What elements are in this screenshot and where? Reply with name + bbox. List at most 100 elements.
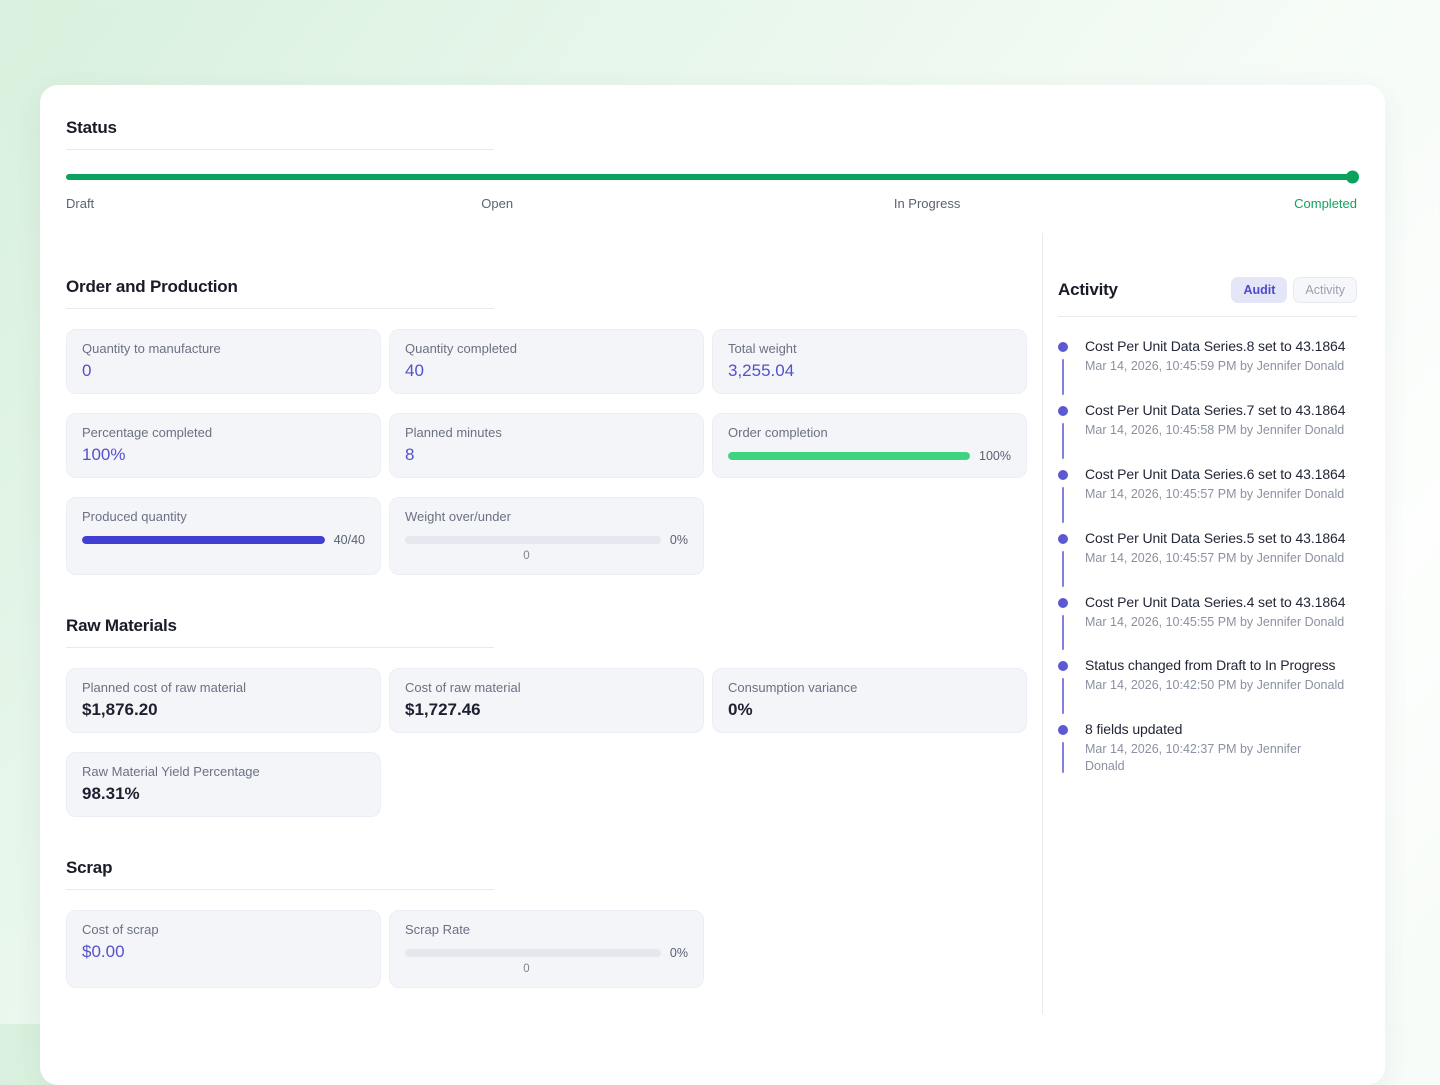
activity-log-entry: Cost Per Unit Data Series.4 set to 43.18… — [1058, 593, 1357, 651]
metric-label: Raw Material Yield Percentage — [82, 764, 260, 779]
scrap-rate-progress-track — [405, 949, 661, 957]
metric-card-scrap-rate: Scrap Rate 0% 0 — [389, 910, 704, 988]
status-section: Status Draft Open In Progress Completed — [66, 118, 1359, 213]
metric-label: Order completion — [728, 425, 828, 440]
metric-card-total-weight: Total weight 3,255.04 — [712, 329, 1027, 394]
activity-entry-timestamp: Mar 14, 2026, 10:45:57 PM by Jennifer Do… — [1085, 486, 1345, 501]
activity-panel: Activity Audit Activity Cost Per Unit Da… — [1043, 233, 1357, 1014]
metric-value: $1,876.20 — [82, 700, 158, 719]
metric-label: Weight over/under — [405, 509, 511, 524]
metric-label: Quantity completed — [405, 341, 518, 356]
activity-log-entry: Cost Per Unit Data Series.5 set to 43.18… — [1058, 529, 1357, 587]
activity-entry-timestamp: Mar 14, 2026, 10:45:57 PM by Jennifer Do… — [1085, 550, 1345, 565]
tab-activity[interactable]: Activity — [1293, 277, 1357, 303]
tab-audit[interactable]: Audit — [1231, 277, 1288, 303]
timeline-dot-icon — [1058, 342, 1068, 352]
status-section-title: Status — [66, 118, 117, 137]
progress-percent-label: 0% — [669, 946, 688, 960]
timeline-dot-icon — [1058, 533, 1068, 544]
metric-value: 40 — [405, 361, 424, 380]
metric-card-quantity-to-manufacture: Quantity to manufacture 0 — [66, 329, 381, 394]
metric-value: $1,727.46 — [405, 700, 481, 719]
activity-tabs: Audit Activity — [1231, 277, 1357, 303]
metric-value: 98.31% — [82, 784, 140, 803]
timeline-dot-icon — [1058, 725, 1068, 736]
raw-materials-section: Raw Materials Planned cost of raw materi… — [66, 616, 1027, 817]
activity-entry-title: Cost Per Unit Data Series.4 set to 43.18… — [1085, 593, 1346, 610]
activity-log-entry: Cost Per Unit Data Series.7 set to 43.18… — [1058, 401, 1357, 459]
status-progress-dot-icon — [1346, 170, 1359, 184]
timeline-dot-icon — [1058, 469, 1068, 480]
timeline-dot-icon — [1058, 405, 1068, 416]
raw-materials-title: Raw Materials — [66, 616, 177, 635]
activity-log-entry: Cost Per Unit Data Series.8 set to 43.18… — [1058, 338, 1357, 395]
section-divider — [66, 308, 494, 309]
progress-ratio-label: 40/40 — [333, 533, 365, 547]
activity-entry-timestamp: Mar 14, 2026, 10:45:59 PM by Jennifer Do… — [1085, 359, 1345, 373]
timeline-dot-icon — [1058, 597, 1068, 608]
activity-log-entry: 8 fields updated Mar 14, 2026, 10:42:37 … — [1058, 721, 1357, 775]
metric-value: 8 — [405, 445, 415, 464]
activity-entry-title: Cost Per Unit Data Series.5 set to 43.18… — [1085, 529, 1346, 546]
metric-label: Quantity to manufacture — [82, 341, 221, 356]
metric-value: 0 — [82, 361, 92, 380]
metric-card-order-completion: Order completion 100% — [712, 413, 1027, 478]
activity-entry-timestamp: Mar 14, 2026, 10:42:50 PM by Jennifer Do… — [1085, 678, 1345, 693]
metric-label: Planned cost of raw material — [82, 680, 247, 695]
produced-quantity-progress-track — [82, 536, 325, 544]
metric-value: 0% — [728, 700, 753, 719]
section-divider — [66, 647, 494, 648]
progress-percent-label: 100% — [979, 449, 1011, 463]
activity-entry-timestamp: Mar 14, 2026, 10:45:55 PM by Jennifer Do… — [1085, 614, 1345, 629]
activity-log-entry: Cost Per Unit Data Series.6 set to 43.18… — [1058, 465, 1357, 523]
metric-value: $0.00 — [82, 942, 125, 961]
metric-card-cost-of-scrap: Cost of scrap $0.00 — [66, 910, 381, 988]
metric-card-produced-quantity: Produced quantity 40/40 — [66, 497, 381, 575]
activity-entry-timestamp: Mar 14, 2026, 10:42:37 PM by Jennifer Do… — [1085, 742, 1302, 774]
produced-quantity-progress-fill — [82, 536, 325, 544]
section-divider — [66, 149, 494, 150]
order-completion-progress-fill — [728, 452, 971, 460]
activity-timeline: Cost Per Unit Data Series.8 set to 43.18… — [1058, 338, 1357, 775]
status-progress-bar — [66, 170, 1359, 184]
metric-card-percentage-completed: Percentage completed 100% — [66, 413, 381, 478]
metric-card-quantity-completed: Quantity completed 40 — [389, 329, 704, 394]
main-panel: Status Draft Open In Progress Completed … — [40, 85, 1385, 1085]
metric-card-weight-over-under: Weight over/under 0% 0 — [389, 497, 704, 575]
metric-label: Consumption variance — [728, 680, 858, 695]
status-step-open: Open — [481, 196, 514, 211]
activity-log-entry: Status changed from Draft to In Progress… — [1058, 657, 1357, 715]
progress-sublabel: 0 — [523, 963, 530, 975]
timeline-dot-icon — [1058, 661, 1068, 672]
activity-entry-title: Status changed from Draft to In Progress — [1085, 657, 1336, 674]
order-production-section: Order and Production Quantity to manufac… — [66, 277, 1027, 575]
metric-value: 3,255.04 — [728, 361, 795, 380]
activity-panel-title: Activity — [1058, 280, 1118, 299]
activity-entry-title: Cost Per Unit Data Series.6 set to 43.18… — [1085, 465, 1346, 482]
metric-label: Percentage completed — [82, 425, 213, 440]
metric-label: Scrap Rate — [405, 922, 471, 937]
scrap-title: Scrap — [66, 858, 113, 877]
order-completion-progress-track — [728, 452, 971, 460]
metric-card-raw-material-yield-percentage: Raw Material Yield Percentage 98.31% — [66, 752, 381, 817]
metric-card-planned-cost-of-raw-material: Planned cost of raw material $1,876.20 — [66, 668, 381, 733]
activity-header-divider — [1058, 316, 1357, 317]
metric-label: Total weight — [728, 341, 797, 356]
scrap-section: Scrap Cost of scrap $0.00 Scrap Rate 0% — [66, 858, 1027, 988]
status-step-draft: Draft — [66, 196, 95, 211]
status-steps: Draft Open In Progress Completed — [66, 196, 1357, 213]
metric-card-cost-of-raw-material: Cost of raw material $1,727.46 — [389, 668, 704, 733]
metric-label: Produced quantity — [82, 509, 187, 524]
metric-label: Cost of scrap — [82, 922, 159, 937]
activity-entry-title: Cost Per Unit Data Series.8 set to 43.18… — [1085, 338, 1346, 354]
activity-entry-title: Cost Per Unit Data Series.7 set to 43.18… — [1085, 401, 1346, 418]
metric-label: Cost of raw material — [405, 680, 521, 695]
section-divider — [66, 889, 494, 890]
progress-percent-label: 0% — [669, 533, 688, 547]
status-step-in-progress: In Progress — [893, 196, 961, 211]
activity-entry-timestamp: Mar 14, 2026, 10:45:58 PM by Jennifer Do… — [1085, 422, 1345, 437]
order-production-title: Order and Production — [66, 277, 238, 296]
metric-card-planned-minutes: Planned minutes 8 — [389, 413, 704, 478]
activity-entry-title: 8 fields updated — [1085, 721, 1183, 738]
metric-value: 100% — [82, 445, 126, 464]
